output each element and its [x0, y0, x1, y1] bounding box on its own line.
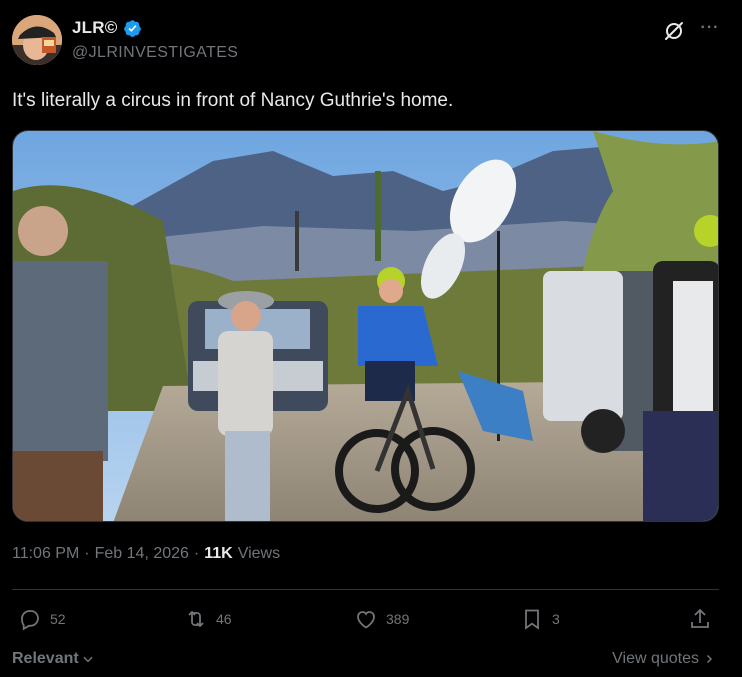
tweet-meta: 11:06 PM · Feb 14, 2026 · 11K Views — [12, 545, 280, 563]
sort-label: Relevant — [12, 650, 79, 667]
avatar[interactable] — [12, 15, 62, 65]
views-count: 11K — [204, 545, 233, 562]
sort-replies-dropdown[interactable]: Relevant — [12, 650, 95, 668]
share-icon — [691, 608, 709, 628]
repost-button[interactable]: 46 — [184, 607, 232, 631]
replies-footer: Relevant View quotes — [12, 650, 719, 672]
like-count: 389 — [386, 611, 410, 627]
tweet-date[interactable]: Feb 14, 2026 — [95, 545, 189, 563]
photo-cyclist-road-media-crowd-icon — [13, 131, 718, 521]
view-quotes-link[interactable]: View quotes — [612, 650, 715, 668]
grok-icon[interactable] — [662, 19, 686, 43]
reply-count: 52 — [50, 611, 66, 627]
bookmark-button[interactable]: 3 — [520, 607, 560, 631]
action-bar: 52 46 389 3 — [12, 607, 719, 635]
repost-count: 46 — [216, 611, 232, 627]
share-button[interactable] — [688, 607, 712, 631]
verified-badge-icon — [124, 19, 142, 37]
reply-button[interactable]: 52 — [18, 607, 66, 631]
meta-separator: · — [193, 545, 200, 562]
bookmark-icon — [525, 609, 539, 630]
views-label: Views — [237, 545, 281, 562]
tweet-media-photo[interactable] — [12, 130, 719, 522]
like-button[interactable]: 389 — [354, 607, 409, 631]
reply-icon — [21, 610, 39, 631]
meta-separator: · — [84, 545, 90, 562]
heart-icon — [357, 611, 375, 629]
bookmark-count: 3 — [552, 611, 560, 627]
tweet-header: JLR© @JLRINVESTIGATES ··· — [12, 15, 732, 67]
chevron-down-icon — [83, 656, 93, 663]
repost-icon — [188, 610, 204, 628]
tweet-text: It's literally a circus in front of Nanc… — [12, 90, 454, 111]
avatar-photo-icon — [12, 15, 62, 65]
tweet-time[interactable]: 11:06 PM — [12, 545, 79, 563]
view-quotes-label: View quotes — [612, 650, 699, 667]
chevron-right-icon — [706, 654, 713, 664]
more-options-icon[interactable]: ··· — [698, 19, 722, 43]
author-handle[interactable]: @JLRINVESTIGATES — [72, 44, 238, 62]
divider — [12, 589, 719, 590]
author-display-name[interactable]: JLR© — [72, 18, 117, 38]
author-name-row[interactable]: JLR© — [72, 18, 142, 38]
